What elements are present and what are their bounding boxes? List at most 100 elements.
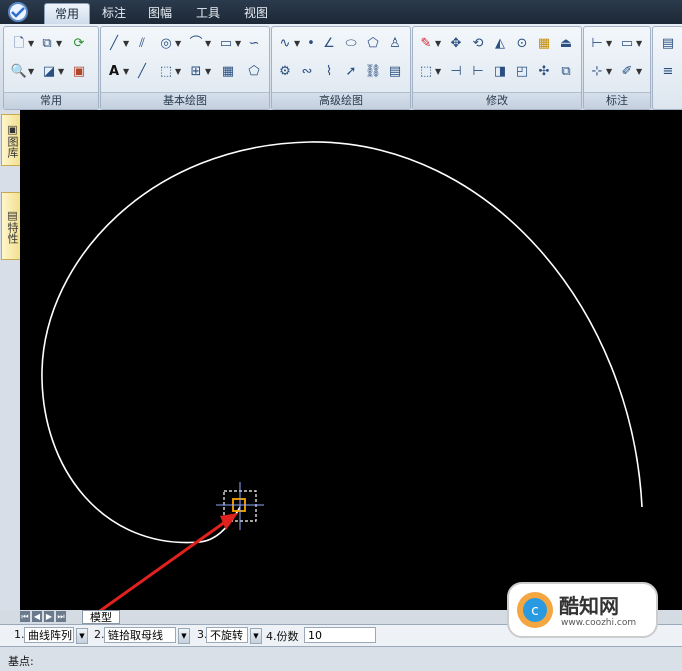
circle-icon[interactable]: ◎	[157, 35, 175, 53]
centerline-icon[interactable]: ╱	[133, 63, 151, 81]
chevron-down-icon[interactable]: ▼	[435, 63, 441, 81]
chevron-down-icon[interactable]: ▼	[435, 35, 441, 53]
group-label: 基本绘图	[101, 92, 269, 109]
chevron-down-icon[interactable]: ▼	[636, 63, 642, 81]
chevron-down-icon[interactable]: ▼	[123, 63, 129, 81]
new-file-icon[interactable]: 🗋	[10, 35, 28, 53]
tab-model[interactable]: 模型	[82, 610, 120, 624]
block-icon[interactable]: ⊞	[187, 63, 205, 81]
dock-tab-properties[interactable]: ▤特性	[1, 192, 21, 260]
chevron-down-icon[interactable]: ▼	[606, 35, 612, 53]
stretch-icon[interactable]: ⏏	[557, 35, 575, 53]
chevron-down-icon[interactable]: ▼	[205, 35, 211, 53]
chevron-down-icon[interactable]: ▼	[175, 35, 181, 53]
layer-icon[interactable]: ◪	[40, 63, 58, 81]
rotate-icon[interactable]: ⟲	[469, 35, 487, 53]
edit-dim-icon[interactable]: ✐	[618, 63, 636, 81]
array-icon[interactable]: ▦	[535, 35, 553, 53]
chevron-down-icon[interactable]: ▼	[294, 35, 300, 53]
move-icon[interactable]: ✥	[447, 35, 465, 53]
linetype-icon[interactable]: ≡	[659, 63, 677, 81]
array-type-select[interactable]: 曲线阵列	[24, 627, 74, 643]
mirror-icon[interactable]: ◭	[491, 35, 509, 53]
paint-icon[interactable]: ▣	[70, 63, 88, 81]
left-dock: ▣图库 ▤特性	[0, 110, 21, 610]
angle-icon[interactable]: ∠	[320, 35, 338, 53]
chevron-down-icon[interactable]: ▼	[58, 63, 64, 81]
dock-tab-label: 图库	[6, 135, 19, 158]
rectangle-icon[interactable]: ▭	[217, 35, 235, 53]
app-logo-icon	[8, 2, 28, 22]
pattern-fill-icon[interactable]: ▦	[219, 63, 237, 81]
offset-icon[interactable]: ⬚	[417, 63, 435, 81]
spline-icon[interactable]: ∽	[245, 35, 263, 53]
copy-objects-icon[interactable]: ⧉	[557, 63, 575, 81]
line-icon[interactable]: ╱	[105, 35, 123, 53]
wave-icon[interactable]: ∾	[298, 63, 316, 81]
fillet-icon[interactable]: ◰	[513, 63, 531, 81]
curve-icon[interactable]: ∿	[276, 35, 294, 53]
break-icon[interactable]: ◨	[491, 63, 509, 81]
break-line-icon[interactable]: ⌇	[320, 63, 338, 81]
canvas-drawing	[37, 141, 643, 657]
chevron-down-icon[interactable]: ▼	[235, 35, 241, 53]
app-menu-button[interactable]	[2, 0, 38, 24]
chain-icon[interactable]: ⛓	[364, 63, 382, 81]
tab-frame[interactable]: 图幅	[142, 3, 178, 23]
gear-shape-icon[interactable]: ⚙	[276, 63, 294, 81]
chevron-down-icon[interactable]: ▼	[205, 63, 211, 81]
person-icon[interactable]: ♙	[386, 35, 404, 53]
chevron-down-icon[interactable]: ▼	[175, 63, 181, 81]
dock-tab-library[interactable]: ▣图库	[1, 114, 21, 166]
chevron-down-icon[interactable]: ▼	[178, 628, 190, 644]
ellipse-icon[interactable]: ⬭	[342, 35, 360, 53]
group-modify: ✎ ▼ ✥ ⟲ ◭ ⊙ ▦ ⏏ ⬚ ▼ ⊣ ⊢ ◨ ◰ ✣ ⧉ 修改	[412, 26, 582, 110]
next-tab-icon[interactable]: ▶	[44, 611, 54, 622]
tab-tools[interactable]: 工具	[190, 3, 226, 23]
pentagon-icon[interactable]: ⬠	[364, 35, 382, 53]
point-icon[interactable]: •	[302, 35, 320, 53]
chevron-down-icon[interactable]: ▼	[76, 628, 88, 644]
chevron-down-icon[interactable]: ▼	[56, 35, 62, 53]
polygon-icon[interactable]: ⬠	[245, 63, 263, 81]
chevron-down-icon[interactable]: ▼	[28, 63, 34, 81]
prev-tab-icon[interactable]: ◀	[32, 611, 42, 622]
group-basic-draw: ╱ ▼ ⫽ ◎ ▼ ⌒ ▼ ▭ ▼ ∽ A ▼ ╱ ⬚ ▼ ⊞ ▼ ▦ ⬠ 基本…	[100, 26, 270, 110]
properties-icon[interactable]: ▤	[659, 35, 677, 53]
chevron-down-icon[interactable]: ▼	[636, 35, 642, 53]
chevron-down-icon[interactable]: ▼	[606, 63, 612, 81]
command-prompt: 基点:	[8, 655, 34, 668]
spiral-curve[interactable]	[41, 141, 643, 544]
arc-icon[interactable]: ⌒	[187, 35, 205, 53]
explode-icon[interactable]: ✣	[535, 63, 553, 81]
erase-icon[interactable]: ✎	[417, 35, 435, 53]
group-label: 常用	[4, 92, 98, 109]
extend-icon[interactable]: ⊢	[469, 63, 487, 81]
rotation-select[interactable]: 不旋转	[206, 627, 248, 643]
dimension-icon[interactable]: ⊢	[588, 35, 606, 53]
tab-common[interactable]: 常用	[44, 3, 90, 24]
arrow-icon[interactable]: ➚	[342, 63, 360, 81]
trim-icon[interactable]: ⊣	[447, 63, 465, 81]
chevron-down-icon[interactable]: ▼	[28, 35, 34, 53]
pick-mode-select[interactable]: 链拾取母线	[104, 627, 176, 643]
chevron-down-icon[interactable]: ▼	[250, 628, 262, 644]
scale-icon[interactable]: ⊙	[513, 35, 531, 53]
ribbon-tab-bar: 常用 标注 图幅 工具 视图	[0, 0, 682, 24]
refresh-icon[interactable]: ⟳	[70, 35, 88, 53]
hatch-icon[interactable]: ⬚	[157, 63, 175, 81]
drawing-canvas[interactable]	[20, 110, 682, 657]
table-icon[interactable]: ▤	[386, 63, 404, 81]
zoom-icon[interactable]: 🔍	[10, 63, 28, 81]
text-icon[interactable]: A	[105, 63, 123, 81]
coordinate-icon[interactable]: ⊹	[588, 63, 606, 81]
parallel-line-icon[interactable]: ⫽	[133, 35, 151, 53]
tab-view[interactable]: 视图	[238, 3, 274, 23]
copy-icon[interactable]: ⧉	[38, 35, 56, 53]
dim-style-icon[interactable]: ▭	[618, 35, 636, 53]
tab-annotation[interactable]: 标注	[96, 3, 132, 23]
first-tab-icon[interactable]: ⏮	[20, 611, 30, 622]
last-tab-icon[interactable]: ⏭	[56, 611, 66, 622]
chevron-down-icon[interactable]: ▼	[123, 35, 129, 53]
count-input[interactable]: 10	[304, 627, 376, 643]
